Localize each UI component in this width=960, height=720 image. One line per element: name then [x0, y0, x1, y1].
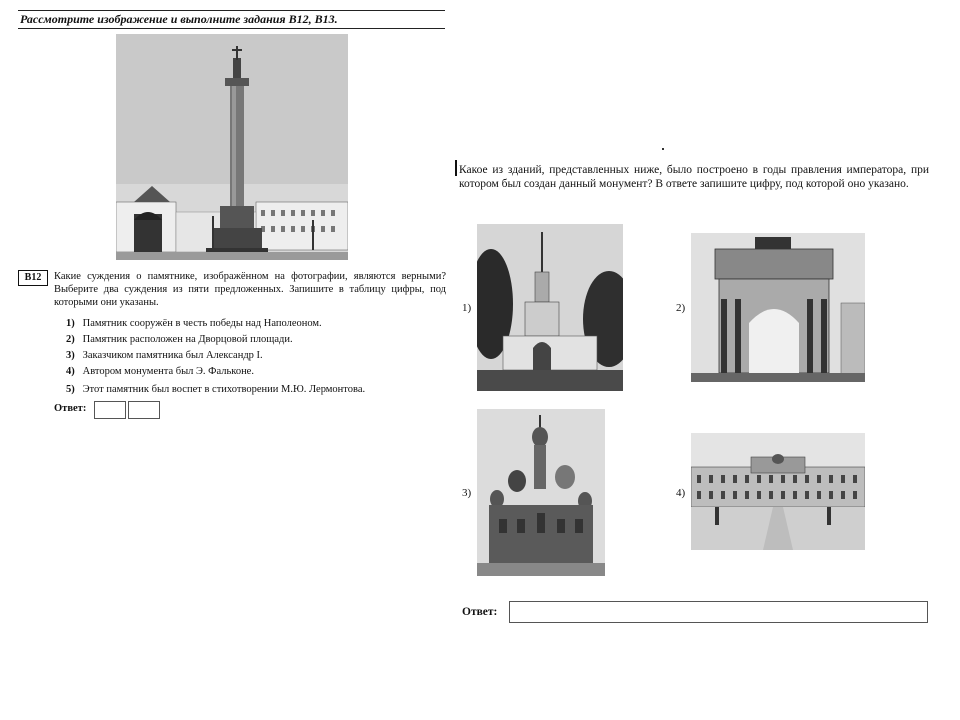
- building-4-number: 4): [676, 487, 686, 499]
- answer-cell-1[interactable]: [94, 401, 126, 419]
- building-1-number: 1): [462, 302, 472, 314]
- option-text: Памятник сооружён в честь победы над Нап…: [82, 318, 322, 329]
- triumphal-arch-photo[interactable]: [691, 233, 865, 382]
- option-text: Памятник расположен на Дворцовой площади…: [82, 334, 293, 345]
- task-badge: В12: [18, 270, 48, 286]
- answer-label-2: Ответ:: [462, 606, 498, 618]
- question-2-text: Какое из зданий, представленных ниже, бы…: [459, 164, 929, 190]
- task-header: Рассмотрите изображение и выполните зада…: [20, 12, 338, 26]
- scan-dot: [662, 148, 664, 150]
- answer-field-2[interactable]: [509, 601, 928, 623]
- question-text: Какие суждения о памятнике, изображённом…: [54, 271, 446, 308]
- option-5: 5) Этот памятник был воспет в стихотворе…: [66, 384, 365, 395]
- palace-photo[interactable]: [691, 433, 865, 550]
- option-text: Заказчиком памятника был Александр I.: [82, 350, 263, 361]
- text-cursor: [455, 160, 457, 176]
- church-photo[interactable]: [477, 409, 605, 576]
- option-number: 1): [66, 318, 75, 329]
- option-text: Этот памятник был воспет в стихотворении…: [82, 384, 366, 395]
- option-2: 2) Памятник расположен на Дворцовой площ…: [66, 334, 293, 345]
- option-4: 4) Автором монумента был Э. Фальконе.: [66, 366, 254, 377]
- option-number: 5): [66, 384, 75, 395]
- answer-label: Ответ:: [54, 403, 87, 414]
- option-text: Автором монумента был Э. Фальконе.: [82, 366, 254, 377]
- option-number: 3): [66, 350, 75, 361]
- building-2-number: 2): [676, 302, 686, 314]
- admiralty-photo[interactable]: [477, 224, 623, 391]
- alexander-column-photo: [116, 34, 348, 260]
- answer-cell-2[interactable]: [128, 401, 160, 419]
- header-rule: [18, 28, 445, 29]
- building-3-number: 3): [462, 487, 472, 499]
- top-rule: [18, 10, 445, 11]
- option-number: 4): [66, 366, 75, 377]
- option-3: 3) Заказчиком памятника был Александр I.: [66, 350, 263, 361]
- option-number: 2): [66, 334, 75, 345]
- option-1: 1) Памятник сооружён в честь победы над …: [66, 318, 322, 329]
